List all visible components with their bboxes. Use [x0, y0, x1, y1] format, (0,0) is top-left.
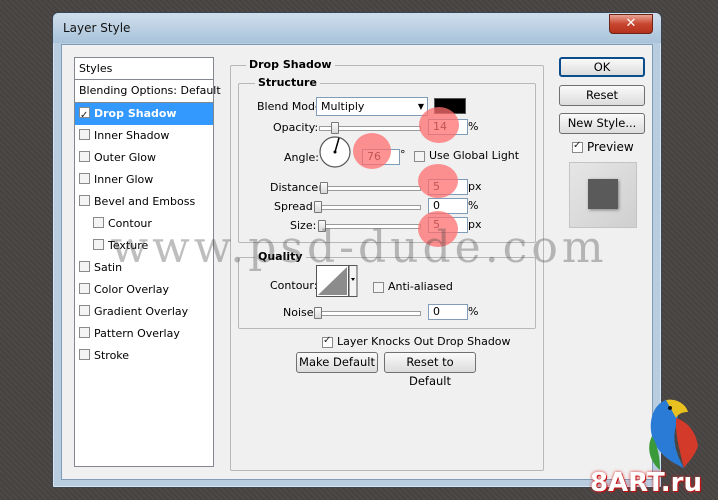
style-item-drop-shadow[interactable]: Drop Shadow	[75, 103, 213, 127]
spread-slider[interactable]	[319, 205, 421, 210]
style-item-label: Texture	[108, 239, 149, 252]
style-item-bevel-emboss[interactable]: Bevel and Emboss	[75, 191, 213, 213]
style-item-label: Gradient Overlay	[94, 305, 189, 318]
dialog-client: Styles Blending Options: Default Drop Sh…	[61, 44, 653, 480]
checkbox-icon[interactable]	[79, 129, 90, 140]
blend-mode-select[interactable]: Multiply ▼	[316, 97, 428, 116]
parrot-logo	[649, 399, 698, 470]
size-slider[interactable]	[319, 224, 421, 229]
style-item-label: Drop Shadow	[94, 107, 177, 120]
style-item-gradient-overlay[interactable]: Gradient Overlay	[75, 301, 213, 323]
distance-label: Distance:	[270, 181, 322, 194]
style-item-label: Color Overlay	[94, 283, 169, 296]
quality-title: Quality	[255, 250, 306, 263]
size-label: Size:	[290, 219, 317, 232]
style-item-texture[interactable]: Texture	[75, 235, 213, 257]
window-title: Layer Style	[63, 21, 131, 35]
styles-header[interactable]: Styles	[75, 58, 213, 80]
anti-aliased-checkbox[interactable]	[373, 282, 384, 293]
drop-shadow-title: Drop Shadow	[246, 58, 335, 71]
checkbox-icon[interactable]	[79, 105, 90, 127]
style-item-stroke[interactable]: Stroke	[75, 345, 213, 367]
spread-unit: %	[468, 199, 479, 212]
checkbox-icon[interactable]	[79, 151, 90, 162]
make-default-button[interactable]: Make Default	[296, 352, 378, 373]
preview-checkbox[interactable]	[572, 140, 583, 153]
checkbox-icon[interactable]	[79, 327, 90, 338]
knockout-label: Layer Knocks Out Drop Shadow	[337, 335, 511, 348]
preview-thumbnail	[569, 162, 637, 228]
anti-aliased-label: Anti-aliased	[388, 280, 453, 293]
style-item-label: Inner Shadow	[94, 129, 170, 142]
brand-logo-text: 8ART.ru	[589, 468, 702, 498]
highlight-angle	[353, 133, 391, 169]
distance-unit: px	[468, 180, 482, 193]
checkbox-icon[interactable]	[79, 195, 90, 206]
reset-to-default-button[interactable]: Reset to Default	[384, 352, 476, 388]
checkbox-icon[interactable]	[93, 239, 104, 250]
style-item-label: Inner Glow	[94, 173, 154, 186]
style-item-label: Stroke	[94, 349, 130, 362]
style-item-pattern-overlay[interactable]: Pattern Overlay	[75, 323, 213, 345]
checkbox-icon[interactable]	[79, 173, 90, 184]
opacity-slider-thumb[interactable]	[331, 122, 339, 134]
blending-options[interactable]: Blending Options: Default	[75, 80, 221, 103]
layer-style-dialog: Layer Style ✕ Styles Blending Options: D…	[52, 12, 662, 488]
style-item-label: Bevel and Emboss	[94, 195, 196, 208]
close-button[interactable]: ✕	[609, 14, 653, 34]
styles-list: Styles Blending Options: Default Drop Sh…	[74, 57, 221, 467]
size-slider-thumb[interactable]	[318, 220, 326, 232]
preview-label: Preview	[587, 140, 634, 154]
style-item-outer-glow[interactable]: Outer Glow	[75, 147, 213, 169]
knockout-checkbox[interactable]	[322, 335, 333, 348]
use-global-light-checkbox[interactable]	[414, 151, 425, 162]
new-style-button[interactable]: New Style...	[559, 113, 645, 134]
highlight-opacity	[419, 107, 459, 143]
checkbox-icon[interactable]	[79, 261, 90, 272]
blend-mode-value: Multiply	[321, 100, 365, 113]
style-item-color-overlay[interactable]: Color Overlay	[75, 279, 213, 301]
style-item-label: Pattern Overlay	[94, 327, 180, 340]
spread-label: Spread:	[274, 200, 317, 213]
highlight-distance	[418, 164, 458, 198]
spread-slider-thumb[interactable]	[314, 201, 322, 213]
size-unit: px	[468, 218, 482, 231]
noise-unit: %	[468, 305, 479, 318]
use-global-light-label: Use Global Light	[429, 149, 520, 162]
close-icon: ✕	[625, 16, 637, 31]
checkbox-icon[interactable]	[79, 349, 90, 360]
style-item-satin[interactable]: Satin	[75, 257, 213, 279]
style-item-label: Satin	[94, 261, 123, 274]
angle-dial[interactable]	[318, 135, 352, 169]
style-item-label: Contour	[108, 217, 152, 230]
contour-picker[interactable]	[316, 265, 358, 297]
style-item-inner-shadow[interactable]: Inner Shadow	[75, 125, 213, 147]
contour-label: Contour:	[270, 279, 318, 292]
title-bar[interactable]: Layer Style ✕	[53, 13, 661, 43]
highlight-size	[418, 211, 458, 247]
noise-slider[interactable]	[319, 311, 421, 316]
ok-button[interactable]: OK	[559, 57, 645, 77]
style-item-contour[interactable]: Contour	[75, 213, 213, 235]
structure-title: Structure	[255, 76, 320, 89]
noise-slider-thumb[interactable]	[314, 307, 322, 319]
reset-button[interactable]: Reset	[559, 85, 645, 106]
noise-input[interactable]: 0	[428, 304, 468, 320]
checkbox-icon[interactable]	[93, 217, 104, 228]
checkbox-icon[interactable]	[79, 305, 90, 316]
checkbox-icon[interactable]	[79, 283, 90, 294]
angle-label: Angle:	[284, 151, 320, 164]
preview-swatch	[588, 179, 618, 209]
angle-unit: °	[400, 148, 406, 161]
distance-slider-thumb[interactable]	[320, 182, 328, 194]
distance-slider[interactable]	[319, 186, 421, 191]
opacity-label: Opacity:	[273, 121, 319, 134]
style-item-label: Outer Glow	[94, 151, 157, 164]
opacity-unit: %	[468, 120, 479, 133]
style-item-inner-glow[interactable]: Inner Glow	[75, 169, 213, 191]
noise-label: Noise:	[283, 306, 318, 319]
